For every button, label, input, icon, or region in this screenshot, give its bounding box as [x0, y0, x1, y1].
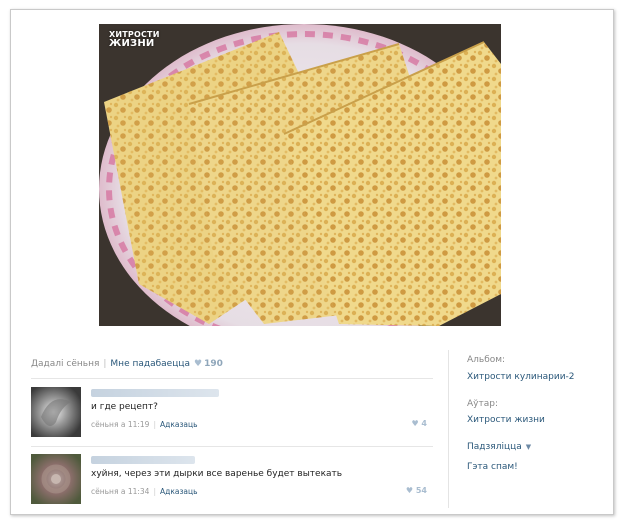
heart-icon[interactable]: ♥ — [194, 359, 202, 369]
post-frame: ХИТРОСТИ ЖИЗНИ Дадалі сёньня | Мне падабае… — [10, 9, 614, 515]
meta-separator: | — [103, 359, 107, 369]
meta-separator: | — [153, 487, 156, 496]
reply-link[interactable]: Адказаць — [160, 420, 198, 429]
meta-separator: | — [153, 420, 156, 429]
comment-item: хуйня, через эти дырки все варенье будет… — [31, 454, 431, 512]
heart-icon[interactable]: ♥ — [411, 419, 418, 428]
share-label[interactable]: Дадалі сёньня — [31, 359, 99, 369]
chevron-down-icon: ▼ — [525, 443, 532, 451]
avatar[interactable] — [31, 387, 81, 437]
comment-text: хуйня, через эти дырки все варенье будет… — [91, 469, 343, 479]
reply-link[interactable]: Адказаць — [160, 487, 198, 496]
album-link[interactable]: Хитрости кулинарии-2 — [467, 372, 575, 382]
comment-like-count: 4 — [421, 419, 427, 428]
author-label: Аўтар: — [467, 399, 498, 409]
divider — [31, 378, 433, 379]
comment-meta: сёньня а 11:34 | Адказаць — [91, 487, 198, 496]
comment-likes[interactable]: ♥ 4 — [411, 419, 427, 428]
report-spam-link[interactable]: Гэта спам! — [467, 462, 518, 472]
photo-watermark: ХИТРОСТИ ЖИЗНИ — [109, 30, 160, 49]
comment-likes[interactable]: ♥ 54 — [406, 486, 427, 495]
watermark-line2: ЖИЗНИ — [109, 38, 155, 49]
avatar[interactable] — [31, 454, 81, 504]
comment-time[interactable]: сёньня а 11:19 — [91, 420, 149, 429]
post-photo[interactable]: ХИТРОСТИ ЖИЗНИ — [99, 24, 501, 326]
comment-author[interactable] — [91, 389, 219, 397]
author-link[interactable]: Хитрости жизни — [467, 415, 545, 425]
comment-author[interactable] — [91, 456, 195, 464]
album-label: Альбом: — [467, 355, 506, 365]
comment-item: и где рецепт? сёньня а 11:19 | Адказаць ♥ … — [31, 387, 431, 445]
sidebar-divider — [448, 350, 449, 508]
comment-meta: сёньня а 11:19 | Адказаць — [91, 420, 198, 429]
like-link[interactable]: Мне падабаецца — [110, 359, 190, 369]
divider — [31, 446, 433, 447]
comment-text: и где рецепт? — [91, 402, 158, 412]
comment-like-count: 54 — [415, 486, 427, 495]
comment-time[interactable]: сёньня а 11:34 — [91, 487, 149, 496]
post-meta: Дадалі сёньня | Мне падабаецца ♥ 190 — [31, 359, 223, 369]
heart-icon[interactable]: ♥ — [406, 486, 413, 495]
share-dropdown[interactable]: Падзяліцца ▼ — [467, 442, 531, 452]
like-count: 190 — [204, 359, 223, 369]
share-label: Падзяліцца — [467, 442, 522, 452]
